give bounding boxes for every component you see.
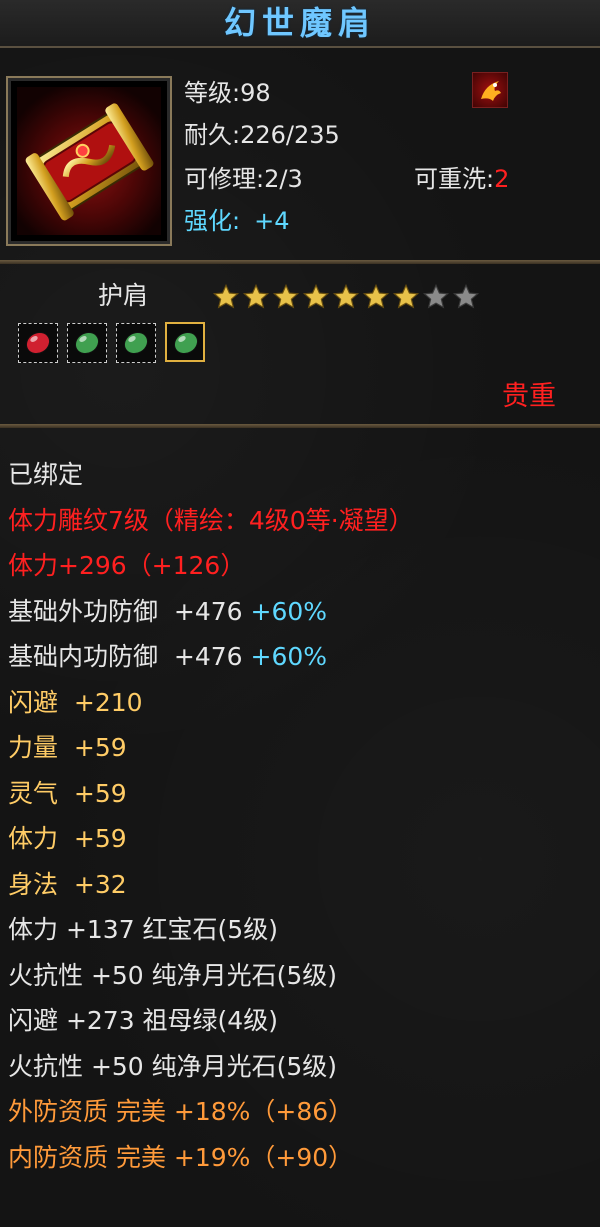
item-name: 幻世魔肩 [223,4,376,42]
engrave-bonus-line: 体力+296（+126） [8,551,246,580]
attr-name: 身法 [8,869,59,899]
star-filled-icon [242,283,272,311]
divider-top [0,260,600,264]
title-bar: 幻世魔肩 [0,0,600,48]
enhance-line: 强化: +4 [184,206,289,236]
attr-value: +59 [58,778,127,808]
jade-gem-icon [165,322,205,362]
attr-row: 身法 +32 [8,865,598,911]
attr-name: 基础外功防御 [8,596,159,626]
gem-attr-row: 火抗性 +50 纯净月光石(5级) [8,1051,338,1081]
star-filled-icon [212,283,242,311]
enhance-value: +4 [254,207,290,235]
attr-value: +476 [158,596,243,626]
attr-extra: +60% [242,642,328,671]
durability-text: 耐久:226/235 [184,121,340,149]
attr-value: +210 [58,687,143,717]
gem-attr-row: 火抗性 +50 纯净月光石(5级) [8,960,338,990]
dragon-badge-icon [472,72,508,108]
engrave-line: 体力雕纹7级（精绘：4级0等·凝望） [8,505,414,535]
repair-text: 可修理:2/3 [184,165,303,193]
attr-row: 体力 +59 [8,819,598,865]
rarity-label: 贵重 [502,381,556,412]
attr-name: 闪避 [8,687,59,717]
attr-extra: +60% [242,596,328,626]
star-empty-icon [422,283,452,311]
attr-value: +476 [158,642,243,671]
star-filled-icon [272,283,302,311]
attr-value: +59 [58,733,127,762]
gem-attr-row: 体力 +137 红宝石(5级) [8,915,278,944]
star-filled-icon [302,283,332,311]
star-rating [212,283,482,311]
enhance-label: 强化: [184,207,241,235]
shoulder-armor-icon [17,87,161,235]
item-icon-frame [6,76,172,246]
attr-name: 力量 [8,733,59,762]
bound-status: 已绑定 [8,460,84,489]
attr-row: 基础外功防御 +476 +60% [8,592,598,638]
gem-attr-row: 闪避 +273 祖母绿(4级) [8,1006,278,1035]
rewash-label: 可重洗:2 [414,164,509,194]
star-filled-icon [362,283,392,311]
attr-name: 体力 [8,824,59,853]
gem-sockets [18,322,214,366]
quality-row: 内防资质 完美 +19%（+90） [8,1142,354,1172]
star-filled-icon [392,283,422,311]
rewash-label-text: 可重洗: [414,165,495,193]
item-type: 护肩 [98,281,149,310]
attr-row: 基础内功防御 +476 +60% [8,637,598,683]
attr-row: 闪避 +210 [8,683,598,729]
jade-gem-icon [67,323,107,363]
item-tooltip: 幻世魔肩 等级:98 耐久:226/235 可修理:2/3 可重洗:2 强化: … [0,0,600,1227]
star-empty-icon [452,283,482,311]
attr-row: 力量 +59 [8,728,598,774]
level-text: 等级:98 [184,79,271,107]
rewash-value: 2 [494,165,510,193]
ruby-gem-icon [18,323,58,363]
attr-value: +32 [58,869,127,899]
quality-row: 外防资质 完美 +18%（+86） [8,1097,354,1126]
attr-name: 灵气 [8,778,59,808]
attribute-list: 已绑定 体力雕纹7级（精绘：4级0等·凝望） 体力+296（+126） 基础外功… [8,455,598,1183]
divider-bottom [0,424,600,428]
attr-name: 基础内功防御 [8,642,159,671]
star-filled-icon [332,283,362,311]
jade-gem-icon [116,323,156,363]
attr-value: +59 [58,824,127,853]
attr-row: 灵气 +59 [8,774,598,820]
